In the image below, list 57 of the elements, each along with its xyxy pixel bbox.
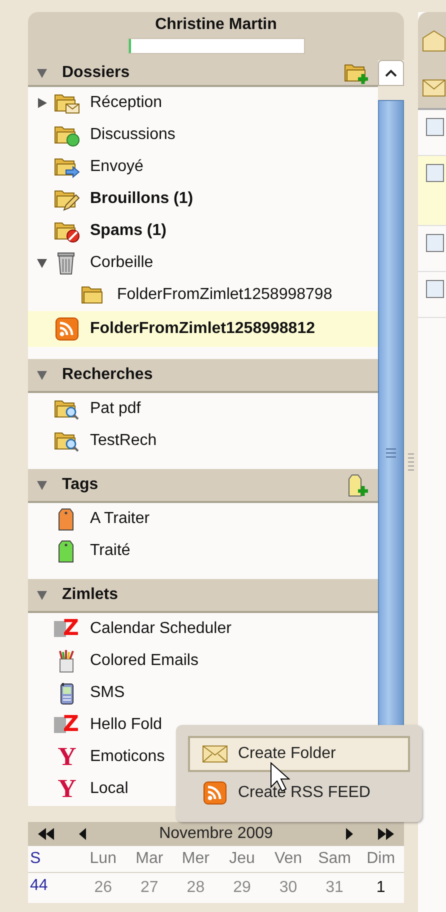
week-column-header: S — [28, 846, 80, 873]
folder-item[interactable]: Pat pdf — [28, 393, 378, 425]
expand-arrow-icon[interactable] — [36, 257, 48, 269]
grip-icon — [386, 447, 396, 459]
folder-item[interactable]: FolderFromZimlet1258998812 — [28, 311, 378, 347]
collapse-arrow-icon[interactable] — [36, 66, 48, 78]
checkbox[interactable] — [426, 118, 444, 136]
folder-item[interactable]: Z Calendar Scheduler — [28, 613, 378, 645]
checkbox[interactable] — [426, 164, 444, 182]
section-title: Tags — [62, 476, 100, 494]
checkbox[interactable] — [426, 280, 444, 298]
menu-item[interactable]: Create Folder — [188, 736, 410, 772]
weekday-header: Ven — [265, 846, 312, 873]
folder-item[interactable]: Colored Emails — [28, 645, 378, 677]
folder-item[interactable]: Spams (1) — [28, 215, 378, 247]
folder-item[interactable]: Envoyé — [28, 151, 378, 183]
folder-item[interactable]: SMS — [28, 677, 378, 709]
folder-item[interactable]: TestRech — [28, 425, 378, 457]
folder-item[interactable]: Brouillons (1) — [28, 183, 378, 215]
checkbox[interactable] — [426, 234, 444, 252]
weekday-header: Lun — [80, 846, 126, 873]
section-title: Recherches — [62, 366, 154, 384]
weekday-header: Mar — [126, 846, 173, 873]
section-header[interactable]: Dossiers — [28, 60, 378, 87]
section-title: Zimlets — [62, 586, 120, 604]
previous-year-button[interactable] — [36, 826, 56, 842]
section-header[interactable]: Tags — [28, 469, 378, 503]
collapse-arrow-icon[interactable] — [36, 479, 48, 491]
folder-item[interactable]: Corbeille — [28, 247, 378, 279]
folder-item[interactable]: Réception — [28, 87, 378, 119]
calendar-day[interactable]: 1 — [358, 873, 404, 903]
section-header[interactable]: Zimlets — [28, 579, 378, 613]
weekday-header: Mer — [172, 846, 219, 873]
folder-item[interactable]: A Traiter — [28, 503, 378, 535]
yahoo-logo-icon: Y — [54, 745, 80, 769]
weekday-header: Jeu — [218, 846, 266, 873]
next-year-button[interactable] — [376, 826, 396, 842]
rss-icon — [202, 781, 228, 806]
folder-item[interactable]: FolderFromZimlet1258998798 — [28, 279, 378, 311]
account-name: Christine Martin — [155, 16, 277, 34]
calendar-month-title: Novembre 2009 — [158, 825, 274, 843]
scroll-up-button[interactable] — [378, 60, 404, 86]
expand-arrow-icon[interactable] — [36, 97, 48, 109]
weekday-header: Dim — [358, 846, 404, 873]
message-row[interactable] — [418, 156, 446, 226]
folder-item[interactable]: Traité — [28, 535, 378, 567]
collapse-arrow-icon[interactable] — [36, 369, 48, 381]
weekday-header: Sam — [311, 846, 358, 873]
section-title: Dossiers — [62, 64, 131, 82]
section-header[interactable]: Recherches — [28, 359, 378, 393]
week-number: 44 — [29, 876, 49, 896]
collapse-arrow-icon[interactable] — [36, 589, 48, 601]
caret-up-icon — [385, 69, 397, 77]
rss-icon — [54, 317, 80, 341]
yahoo-logo-icon: Y — [54, 777, 80, 801]
folder-item[interactable]: Discussions — [28, 119, 378, 151]
grip-icon — [408, 452, 414, 472]
